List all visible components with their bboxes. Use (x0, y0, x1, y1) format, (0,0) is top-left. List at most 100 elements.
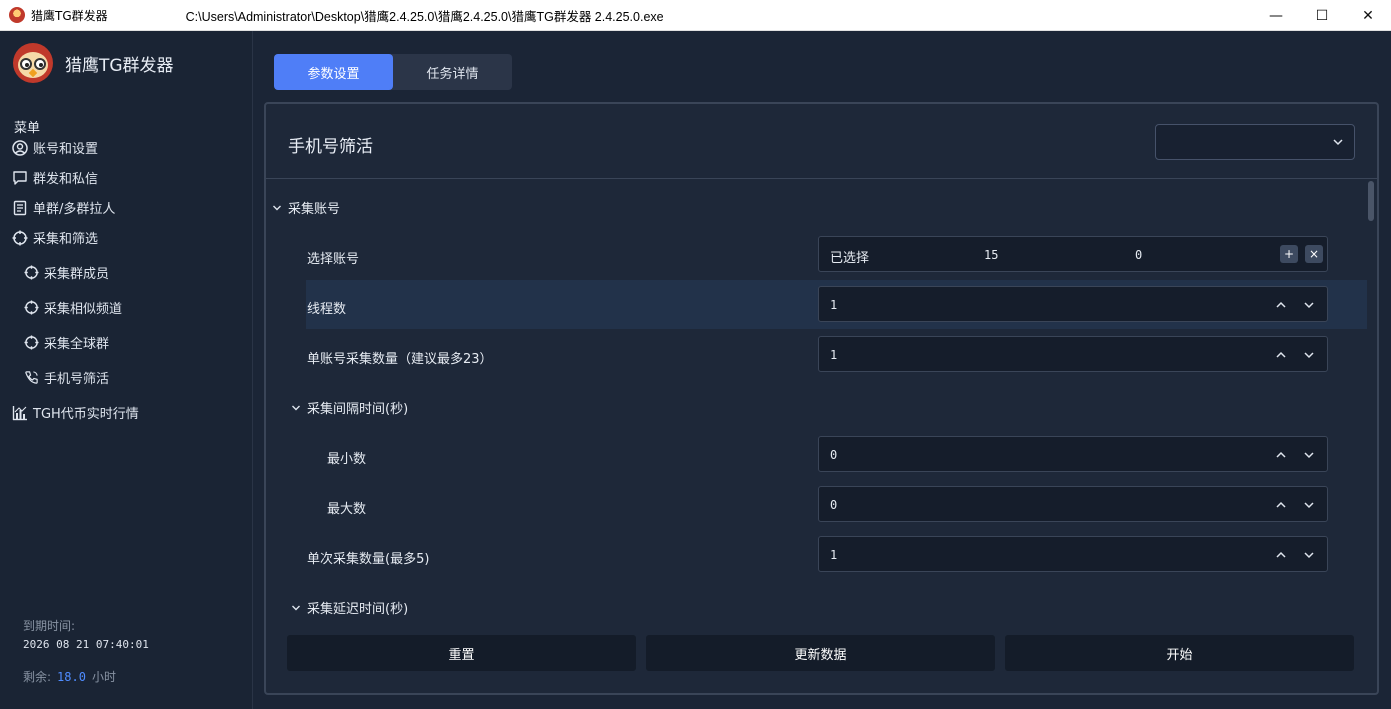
section-collect-account[interactable]: 采集账号 (272, 198, 340, 217)
scrollbar[interactable] (1368, 181, 1374, 619)
sidebar-item-label: 采集和筛选 (33, 232, 99, 247)
selected-text: 已选择 (830, 251, 870, 266)
sidebar-item-label: 账号和设置 (33, 142, 99, 157)
sidebar-item-pull-members[interactable]: 单群/多群拉人 (12, 198, 115, 217)
sidebar-item-phone-filter[interactable]: 手机号筛活 (24, 368, 109, 387)
max-label: 最大数 (327, 502, 367, 517)
max-value: 0 (830, 498, 838, 512)
section-label: 采集延迟时间(秒) (307, 602, 409, 617)
update-data-button[interactable]: 更新数据 (646, 635, 995, 671)
sidebar-item-label: 单群/多群拉人 (33, 202, 116, 217)
per-account-label: 单账号采集数量（建议最多23） (307, 352, 493, 367)
expire-label: 到期时间: (23, 619, 76, 633)
phone-icon (25, 371, 38, 384)
main-panel: 手机号筛活 采集账号 选择账号 已选择 15 0 + × 线程数 1 单账号采集… (264, 102, 1379, 695)
increment-button[interactable] (1271, 445, 1291, 465)
bar-chart-icon (12, 405, 27, 420)
chevron-up-icon (1276, 351, 1286, 358)
per-account-spinbox[interactable]: 1 (818, 336, 1328, 372)
panel-title: 手机号筛活 (288, 137, 373, 157)
owl-logo-icon (13, 43, 53, 83)
selected-count: 15 (984, 248, 999, 262)
chevron-up-icon (1276, 301, 1286, 308)
sidebar-item-collect-filter[interactable]: 采集和筛选 (12, 228, 98, 247)
sidebar-item-collect-group-members[interactable]: 采集群成员 (24, 263, 109, 282)
single-batch-spinbox[interactable]: 1 (818, 536, 1328, 572)
sidebar-item-label: 群发和私信 (33, 172, 99, 187)
chevron-down-icon (1304, 352, 1314, 359)
remain-info: 剩余: 18.0 小时 (23, 668, 116, 685)
tab-task-details[interactable]: 任务详情 (393, 54, 512, 90)
window-path: C:\Users\Administrator\Desktop\猎鹰2.4.25.… (185, 9, 664, 24)
decrement-button[interactable] (1299, 545, 1319, 565)
sidebar-item-tgh-market[interactable]: TGH代币实时行情 (12, 403, 139, 422)
select-account-label: 选择账号 (307, 252, 360, 267)
sidebar-item-label: 手机号筛活 (44, 372, 110, 387)
decrement-button[interactable] (1299, 345, 1319, 365)
sidebar-item-label: TGH代币实时行情 (33, 407, 139, 422)
chevron-down-icon (1304, 502, 1314, 509)
sidebar-item-collect-global-groups[interactable]: 采集全球群 (24, 333, 109, 352)
chat-bubble-icon (13, 170, 27, 185)
reset-button[interactable]: 重置 (287, 635, 636, 671)
threads-spinbox[interactable]: 1 (818, 286, 1328, 322)
remain-label: 剩余: (23, 670, 52, 684)
min-spinbox[interactable]: 0 (818, 436, 1328, 472)
section-interval[interactable]: 采集间隔时间(秒) (291, 398, 408, 417)
single-batch-value: 1 (830, 548, 838, 562)
sidebar-item-broadcast[interactable]: 群发和私信 (12, 168, 98, 187)
chevron-down-icon (1304, 552, 1314, 559)
per-account-value: 1 (830, 348, 838, 362)
chevron-down-icon (292, 405, 300, 410)
chevron-down-icon (1304, 452, 1314, 459)
decrement-button[interactable] (1299, 445, 1319, 465)
decrement-button[interactable] (1299, 495, 1319, 515)
app-icon (9, 7, 25, 23)
increment-button[interactable] (1271, 495, 1291, 515)
sidebar-item-label: 采集群成员 (44, 267, 110, 282)
min-value: 0 (830, 448, 838, 462)
max-spinbox[interactable]: 0 (818, 486, 1328, 522)
select-account-field[interactable]: 已选择 15 0 + × (818, 236, 1328, 272)
sidebar: 猎鹰TG群发器 菜单 账号和设置 群发和私信 单群/多群拉人 采集和筛选 采集群… (0, 31, 253, 709)
window-app-name: 猎鹰TG群发器 (31, 8, 108, 23)
chevron-up-icon (1276, 501, 1286, 508)
section-delay[interactable]: 采集延迟时间(秒) (291, 598, 408, 617)
selected-other: 0 (1135, 248, 1143, 262)
tab-params[interactable]: 参数设置 (274, 54, 393, 90)
sidebar-item-account-settings[interactable]: 账号和设置 (12, 138, 98, 157)
chevron-down-icon (1304, 302, 1314, 309)
close-button[interactable]: ✕ (1345, 0, 1391, 31)
minimize-button[interactable]: — (1253, 0, 1299, 31)
increment-button[interactable] (1271, 345, 1291, 365)
chevron-down-icon (273, 205, 281, 210)
crosshair-icon (24, 265, 39, 280)
single-batch-label: 单次采集数量(最多5) (307, 552, 430, 567)
increment-button[interactable] (1271, 295, 1291, 315)
brand-name: 猎鹰TG群发器 (65, 55, 174, 76)
increment-button[interactable] (1271, 545, 1291, 565)
start-button[interactable]: 开始 (1005, 635, 1354, 671)
sidebar-item-label: 采集相似频道 (44, 302, 123, 317)
expire-date: 2026 08 21 07:40:01 (23, 638, 149, 651)
add-account-button[interactable]: + (1280, 245, 1298, 263)
brand: 猎鹰TG群发器 (13, 43, 174, 83)
crosshair-icon (12, 230, 28, 245)
section-label: 采集间隔时间(秒) (307, 402, 409, 417)
remain-unit: 小时 (91, 670, 116, 684)
tab-bar: 参数设置 任务详情 (274, 54, 512, 90)
decrement-button[interactable] (1299, 295, 1319, 315)
chevron-down-icon (1333, 139, 1343, 146)
remove-account-button[interactable]: × (1305, 245, 1323, 263)
scrollbar-thumb[interactable] (1368, 181, 1374, 221)
panel-header: 手机号筛活 (266, 104, 1377, 179)
chevron-down-icon (292, 605, 300, 610)
maximize-button[interactable]: ☐ (1299, 0, 1345, 31)
section-label: 采集账号 (288, 202, 341, 217)
threads-label: 线程数 (307, 302, 347, 317)
panel-dropdown[interactable] (1155, 124, 1355, 160)
sidebar-item-collect-similar-channels[interactable]: 采集相似频道 (24, 298, 122, 317)
user-circle-icon (12, 139, 28, 156)
threads-value: 1 (830, 298, 838, 312)
chevron-up-icon (1276, 451, 1286, 458)
